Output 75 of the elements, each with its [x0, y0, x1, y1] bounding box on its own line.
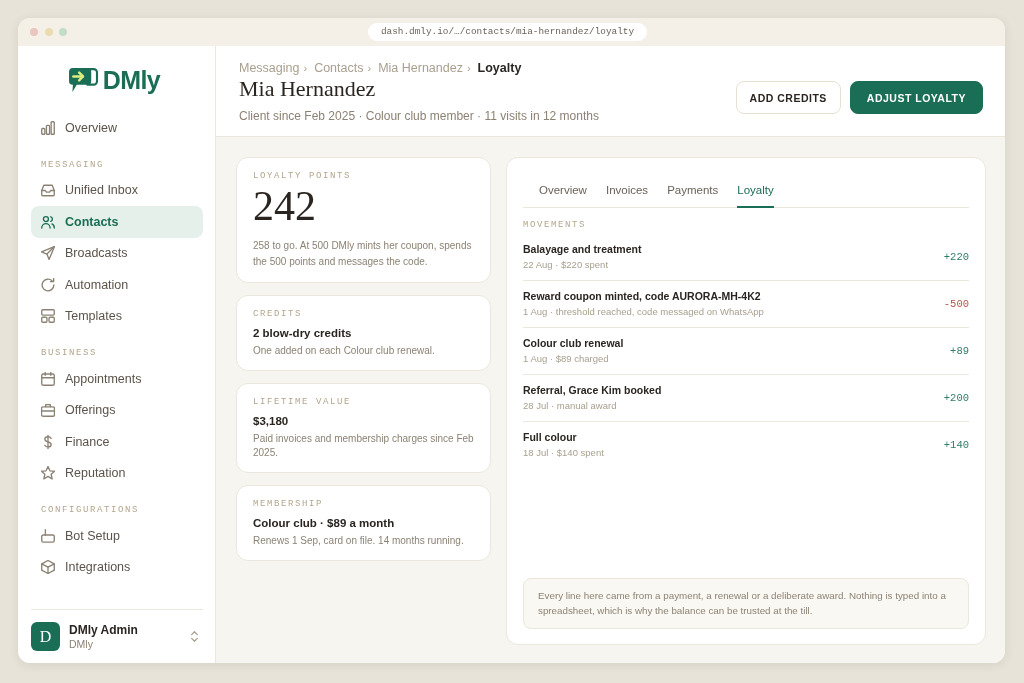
nav-item[interactable]: Finance	[31, 426, 203, 458]
nav-item[interactable]: Bot Setup	[31, 520, 203, 552]
nav-item[interactable]: Broadcasts	[31, 237, 203, 269]
points-change: +200	[943, 392, 969, 404]
nav-item[interactable]: Appointments	[31, 363, 203, 395]
breadcrumb-separator: ›	[303, 61, 308, 76]
card-value: 2 blow-dry credits	[253, 326, 353, 341]
nav-item[interactable]: Integrations	[31, 551, 203, 583]
card-value: Colour club · $89 a month	[253, 516, 396, 531]
dollar-icon	[41, 434, 55, 449]
nav-item[interactable]: Reputation	[31, 457, 203, 489]
contact-summary: Client since Feb 2025 · Colour club member · 11 visits in 12 months	[239, 108, 599, 124]
workspace-name: DMly	[69, 637, 93, 651]
nav-section-heading: MESSAGING	[41, 158, 105, 171]
account-name: DMly Admin	[69, 622, 138, 638]
people-icon	[41, 214, 55, 229]
card-label: LOYALTY POINTS	[253, 170, 352, 182]
logo-text: DMly	[102, 66, 161, 94]
address-bar[interactable]: dash.dmly.io/…/contacts/mia-hernandez/loyalty	[367, 23, 648, 41]
movement-title: Balayage and treatment	[523, 242, 642, 257]
movement-detail: 28 Jul · manual award	[523, 399, 618, 413]
nav-item[interactable]: Offerings	[31, 394, 203, 426]
card-description: One added on each Colour club renewal.	[253, 344, 436, 358]
paper-plane-icon	[41, 246, 55, 261]
calendar-icon	[41, 371, 55, 386]
tab[interactable]: Loyalty	[737, 174, 774, 208]
nav-item[interactable]: Automation	[31, 269, 203, 301]
nav-item[interactable]: Unified Inbox	[31, 174, 203, 206]
circular-arrow-icon	[41, 277, 55, 292]
card-description: Renews 1 Sep, card on file. 14 months running.	[253, 534, 465, 548]
points-value: 242	[253, 184, 317, 228]
card-label: MEMBERSHIP	[253, 498, 324, 510]
nav-item[interactable]: Contacts	[31, 206, 203, 238]
action-button[interactable]: ADJUST LOYALTY	[849, 81, 983, 114]
chevron-updown-icon[interactable]	[191, 631, 198, 642]
movement-title: Reward coupon minted, code AURORA-MH-4K2	[523, 289, 762, 304]
nav-item[interactable]: Overview	[31, 112, 203, 144]
movement-detail: 1 Aug · threshold reached, code messaged on WhatsApp	[523, 305, 764, 319]
breadcrumb-separator: ›	[466, 61, 471, 76]
bar-chart-icon	[41, 120, 55, 135]
movement-detail: 1 Aug · $89 charged	[523, 352, 610, 366]
antenna-box-icon	[41, 528, 55, 543]
avatar: D	[31, 622, 60, 651]
card-description: 258 to go. At 500 DMly mints her coupon, spends the 500 points and messages the code.	[253, 239, 473, 269]
nav-section-heading: BUSINESS	[41, 347, 98, 359]
breadcrumb-link[interactable]: Loyalty	[477, 60, 522, 76]
card-label: LIFETIME VALUE	[253, 396, 352, 408]
movement-title: Full colour	[523, 430, 578, 445]
section-label: MOVEMENTS	[523, 219, 587, 231]
points-change: +220	[943, 251, 969, 263]
star-icon	[41, 466, 55, 481]
movement-detail: 18 Jul · $140 spent	[523, 446, 604, 460]
points-change: +89	[950, 345, 969, 357]
inbox-icon	[41, 183, 55, 198]
chat-arrow-logo-icon	[67, 66, 99, 94]
cube-icon	[41, 560, 55, 575]
card-label: CREDITS	[253, 308, 303, 320]
card-value: $3,180	[253, 414, 290, 429]
action-button[interactable]: ADD CREDITS	[735, 81, 841, 114]
tab[interactable]: Payments	[667, 174, 719, 208]
card-description: Paid invoices and membership charges since Feb 2025.	[253, 432, 475, 460]
contact-name: Mia Hernandez	[239, 76, 377, 102]
points-change: +140	[943, 439, 969, 451]
movement-detail: 22 Aug · $220 spent	[523, 258, 610, 272]
tab[interactable]: Invoices	[605, 174, 649, 208]
briefcase-icon	[41, 403, 55, 418]
movement-title: Referral, Grace Kim booked	[523, 383, 662, 398]
movement-title: Colour club renewal	[523, 336, 624, 351]
points-change: -500	[943, 298, 969, 310]
layout-icon	[41, 309, 55, 324]
nav-section-heading: CONFIGURATIONS	[41, 504, 140, 516]
breadcrumb-separator: ›	[367, 61, 372, 76]
info-note: Every line here came from a payment, a renewal or a deliberate award. Nothing is typed into a spreadsheet, which is why the balance can be trusted at the till.	[523, 578, 969, 629]
tab[interactable]: Overview	[539, 174, 587, 208]
nav-item[interactable]: Templates	[31, 300, 203, 332]
